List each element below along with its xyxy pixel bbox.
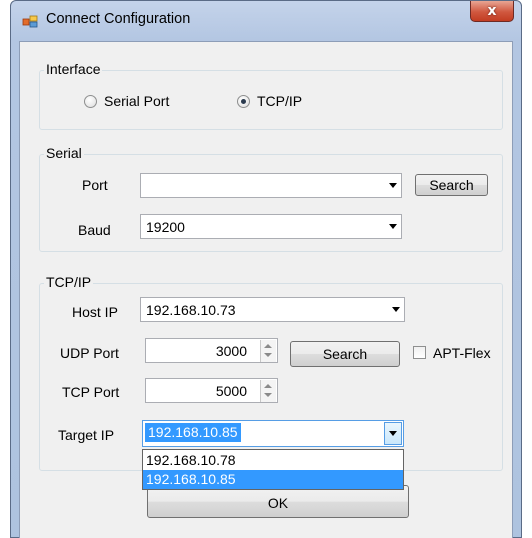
close-icon: x — [487, 3, 497, 19]
udp-port-spinner[interactable] — [260, 340, 276, 362]
serial-group-legend: Serial — [44, 145, 84, 161]
spin-up-icon[interactable] — [264, 344, 272, 348]
serial-search-button[interactable]: Search — [415, 174, 488, 196]
port-combobox[interactable] — [140, 173, 402, 198]
tcpip-radio-label[interactable]: TCP/IP — [257, 93, 302, 109]
target-ip-combobox[interactable]: 192.168.10.85 — [142, 420, 404, 447]
spin-down-icon[interactable] — [264, 353, 272, 357]
port-label: Port — [82, 177, 108, 193]
target-ip-value: 192.168.10.85 — [145, 423, 241, 442]
tcp-port-value[interactable]: 5000 — [216, 383, 247, 399]
chevron-down-icon[interactable] — [389, 183, 397, 188]
tcp-port-spinner[interactable] — [260, 380, 276, 402]
serial-port-radio-label[interactable]: Serial Port — [104, 93, 169, 109]
spin-up-icon[interactable] — [264, 384, 272, 388]
tcpip-radio[interactable] — [237, 95, 250, 108]
close-button[interactable]: x — [470, 1, 514, 22]
baud-label: Baud — [78, 222, 111, 238]
tcp-port-label: TCP Port — [62, 384, 120, 400]
target-ip-dropdown-list[interactable]: 192.168.10.78 192.168.10.85 — [142, 449, 404, 490]
chevron-down-icon[interactable] — [392, 307, 400, 312]
host-ip-label: Host IP — [72, 304, 118, 320]
udp-port-value[interactable]: 3000 — [216, 343, 247, 359]
host-ip-combobox[interactable]: 192.168.10.73 — [140, 297, 405, 322]
app-icon — [22, 13, 38, 29]
target-ip-dropdown-button[interactable] — [384, 422, 402, 445]
serial-port-radio[interactable] — [84, 95, 97, 108]
udp-port-stepper[interactable]: 3000 — [145, 338, 278, 363]
apt-flex-checkbox[interactable] — [413, 346, 426, 359]
window-title: Connect Configuration — [46, 11, 191, 27]
host-ip-value: 192.168.10.73 — [146, 302, 236, 318]
tcpip-search-button[interactable]: Search — [290, 341, 400, 367]
spin-down-icon[interactable] — [264, 393, 272, 397]
interface-group-legend: Interface — [44, 61, 103, 77]
tcp-port-stepper[interactable]: 5000 — [145, 378, 278, 403]
baud-value: 19200 — [146, 219, 185, 235]
dropdown-option-selected[interactable]: 192.168.10.85 — [143, 470, 403, 489]
dropdown-option[interactable]: 192.168.10.78 — [143, 451, 403, 470]
tcpip-group-legend: TCP/IP — [44, 274, 94, 290]
chevron-down-icon[interactable] — [389, 431, 397, 436]
udp-port-label: UDP Port — [60, 345, 119, 361]
baud-combobox[interactable]: 19200 — [140, 214, 402, 239]
chevron-down-icon[interactable] — [389, 224, 397, 229]
target-ip-label: Target IP — [58, 427, 115, 443]
apt-flex-label[interactable]: APT-Flex — [433, 345, 491, 361]
